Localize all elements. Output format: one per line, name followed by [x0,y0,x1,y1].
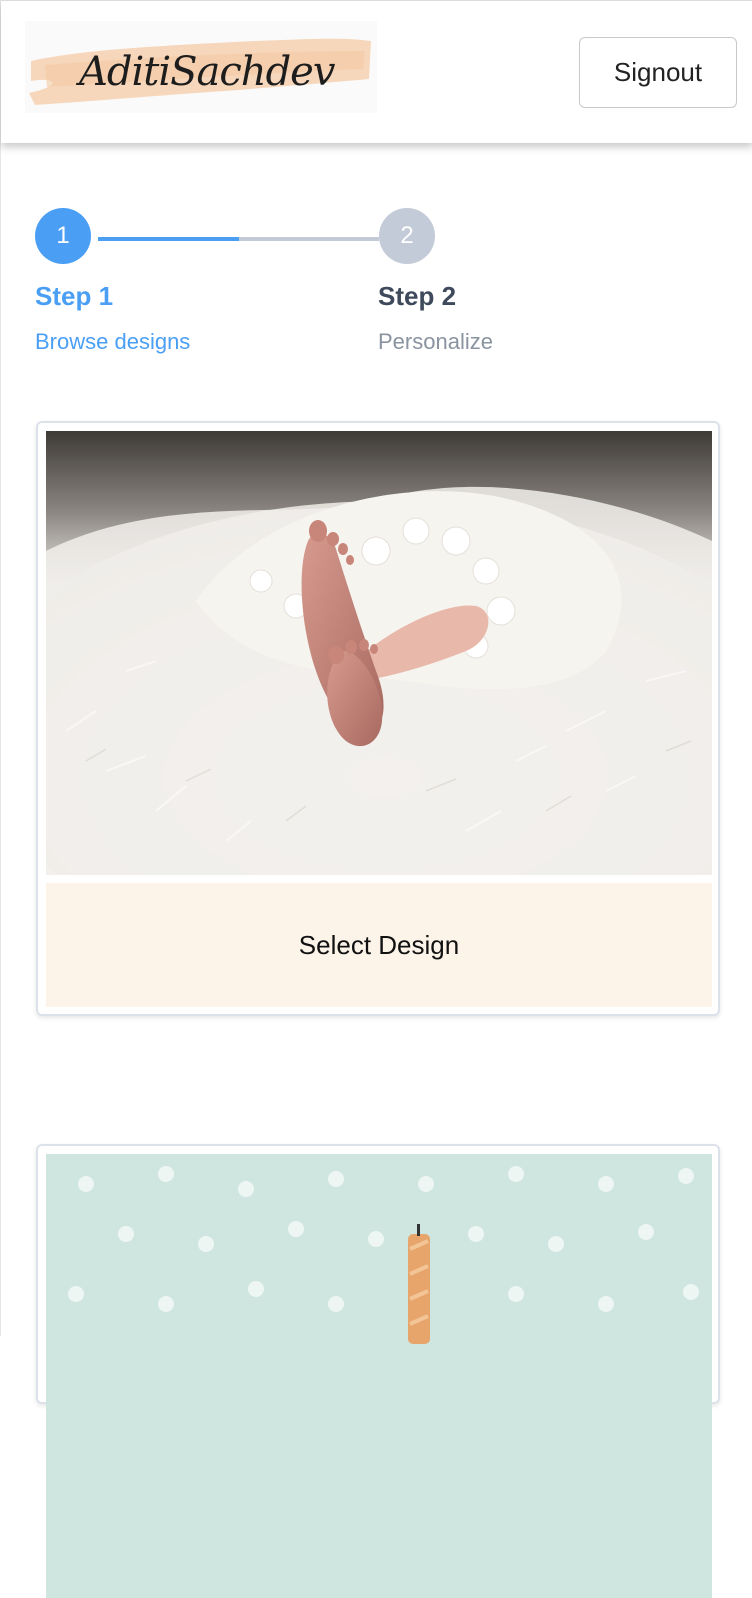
design-image-newborn-feet[interactable] [46,431,712,875]
step-1-subtitle: Browse designs [35,329,191,354]
brand-logo[interactable]: AditiSachdev [25,21,377,113]
design-card: Select Design [36,421,720,1016]
step-2-title: Step 2 [378,281,457,311]
logo-brush-icon: AditiSachdev [29,38,371,105]
signout-button[interactable]: Signout [579,37,737,108]
app-header: AditiSachdev Signout [1,0,752,143]
step-progress-line-inactive [239,237,379,241]
step-1-title: Step 1 [35,281,114,311]
select-design-button[interactable]: Select Design [46,883,712,1007]
design-image-birthday-candle[interactable] [46,1154,712,1598]
step-1-indicator[interactable]: 1 [35,208,91,264]
step-2-subtitle: Personalize [378,329,493,354]
step-2-indicator[interactable]: 2 [379,208,435,264]
svg-text:AditiSachdev: AditiSachdev [75,49,336,95]
design-card [36,1144,720,1598]
step-progress-line-active [98,237,239,241]
